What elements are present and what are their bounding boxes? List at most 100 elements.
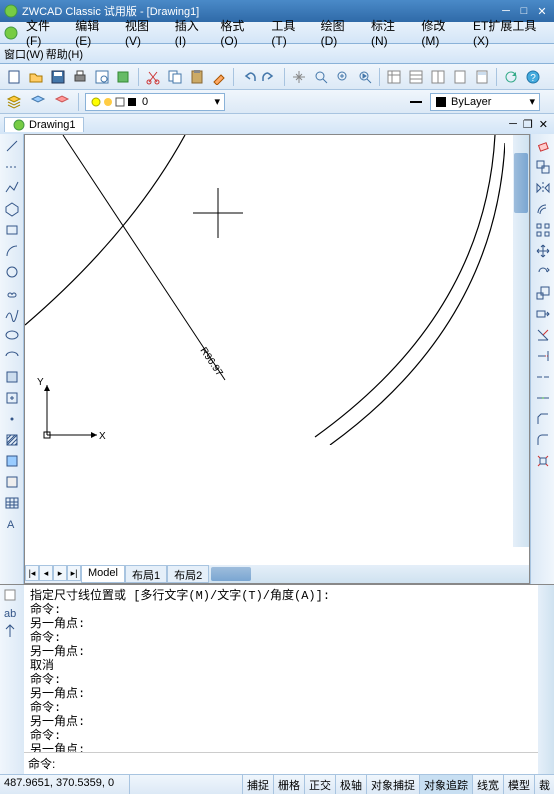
osnap-toggle[interactable]: 对象捕捉	[366, 775, 419, 794]
extend-icon[interactable]	[533, 346, 553, 366]
open-icon[interactable]	[26, 67, 46, 87]
zoom-realtime-icon[interactable]	[311, 67, 331, 87]
tab-next-icon[interactable]: ▸	[53, 565, 67, 581]
doc-close-icon[interactable]: ✕	[537, 118, 550, 131]
circle-icon[interactable]	[2, 262, 22, 282]
tool-palette-icon[interactable]	[428, 67, 448, 87]
erase-icon[interactable]	[533, 136, 553, 156]
drawing-canvas[interactable]: R96.97 Y X	[25, 135, 529, 565]
polyline-icon[interactable]	[2, 178, 22, 198]
grid-toggle[interactable]: 栅格	[273, 775, 304, 794]
print-preview-icon[interactable]	[92, 67, 112, 87]
break-icon[interactable]	[533, 367, 553, 387]
print-icon[interactable]	[70, 67, 90, 87]
status-trunc[interactable]: 裁	[534, 775, 554, 794]
new-icon[interactable]	[4, 67, 24, 87]
move-icon[interactable]	[533, 241, 553, 261]
chamfer-icon[interactable]	[533, 409, 553, 429]
help-icon[interactable]: ?	[523, 67, 543, 87]
ortho-toggle[interactable]: 正交	[304, 775, 335, 794]
copy-obj-icon[interactable]	[533, 157, 553, 177]
point-icon[interactable]	[2, 409, 22, 429]
ellipse-icon[interactable]	[2, 325, 22, 345]
trim-icon[interactable]	[533, 325, 553, 345]
undo-icon[interactable]	[238, 67, 258, 87]
cmd-tool-3-icon[interactable]	[2, 623, 22, 639]
layer-manager-icon[interactable]	[4, 92, 24, 112]
cmd-tool-1-icon[interactable]	[2, 587, 22, 603]
app-menu-icon[interactable]	[4, 26, 18, 40]
model-tab[interactable]: Model	[81, 565, 125, 583]
doc-restore-icon[interactable]: ❐	[521, 118, 535, 131]
command-scrollbar[interactable]	[538, 585, 554, 774]
layer-prev-icon[interactable]	[28, 92, 48, 112]
menu-tools[interactable]: 工具(T)	[265, 15, 312, 50]
paste-icon[interactable]	[187, 67, 207, 87]
fillet-icon[interactable]	[533, 430, 553, 450]
document-tab[interactable]: Drawing1	[4, 117, 84, 132]
refresh-icon[interactable]	[501, 67, 521, 87]
tab-first-icon[interactable]: |◂	[25, 565, 39, 581]
offset-icon[interactable]	[533, 199, 553, 219]
calc-icon[interactable]	[472, 67, 492, 87]
cut-icon[interactable]	[143, 67, 163, 87]
mtext-icon[interactable]: A	[2, 514, 22, 534]
tab-last-icon[interactable]: ▸|	[67, 565, 81, 581]
vertical-scrollbar[interactable]	[513, 135, 529, 547]
menu-view[interactable]: 视图(V)	[119, 15, 167, 50]
menu-dimension[interactable]: 标注(N)	[365, 15, 413, 50]
spline-icon[interactable]	[2, 304, 22, 324]
sheet-icon[interactable]	[450, 67, 470, 87]
gradient-icon[interactable]	[2, 451, 22, 471]
layer-selector[interactable]: 0 ▾	[85, 93, 225, 111]
horizontal-scrollbar[interactable]	[209, 565, 529, 583]
menu-help[interactable]: 帮助(H)	[46, 46, 83, 62]
pan-icon[interactable]	[289, 67, 309, 87]
color-selector[interactable]: ByLayer ▾	[430, 93, 540, 111]
layout1-tab[interactable]: 布局1	[125, 565, 167, 583]
zoom-previous-icon[interactable]	[355, 67, 375, 87]
hatch-icon[interactable]	[2, 430, 22, 450]
array-icon[interactable]	[533, 220, 553, 240]
properties-icon[interactable]	[384, 67, 404, 87]
command-input[interactable]	[55, 757, 534, 771]
lweight-toggle[interactable]: 线宽	[472, 775, 503, 794]
polar-toggle[interactable]: 极轴	[335, 775, 366, 794]
zoom-window-icon[interactable]	[333, 67, 353, 87]
stretch-icon[interactable]	[533, 304, 553, 324]
layer-states-icon[interactable]	[52, 92, 72, 112]
design-center-icon[interactable]	[406, 67, 426, 87]
tab-prev-icon[interactable]: ◂	[39, 565, 53, 581]
publish-icon[interactable]	[114, 67, 134, 87]
make-block-icon[interactable]	[2, 388, 22, 408]
doc-minimize-icon[interactable]: ─	[507, 118, 519, 131]
arc-icon[interactable]	[2, 241, 22, 261]
copy-icon[interactable]	[165, 67, 185, 87]
line-icon[interactable]	[2, 136, 22, 156]
redo-icon[interactable]	[260, 67, 280, 87]
explode-icon[interactable]	[533, 451, 553, 471]
menu-format[interactable]: 格式(O)	[214, 15, 263, 50]
model-toggle[interactable]: 模型	[503, 775, 534, 794]
cmd-tool-2-icon[interactable]: ab	[2, 605, 22, 621]
join-icon[interactable]	[533, 388, 553, 408]
otrack-toggle[interactable]: 对象追踪	[419, 775, 472, 794]
layout2-tab[interactable]: 布局2	[167, 565, 209, 583]
menu-modify[interactable]: 修改(M)	[415, 15, 465, 50]
match-icon[interactable]	[209, 67, 229, 87]
mirror-icon[interactable]	[533, 178, 553, 198]
scale-icon[interactable]	[533, 283, 553, 303]
menu-draw[interactable]: 绘图(D)	[315, 15, 363, 50]
polygon-icon[interactable]	[2, 199, 22, 219]
rotate-icon[interactable]	[533, 262, 553, 282]
construction-line-icon[interactable]	[2, 157, 22, 177]
linetype-icon[interactable]	[406, 92, 426, 112]
save-icon[interactable]	[48, 67, 68, 87]
ellipse-arc-icon[interactable]	[2, 346, 22, 366]
menu-insert[interactable]: 插入(I)	[169, 15, 213, 50]
snap-toggle[interactable]: 捕捉	[242, 775, 273, 794]
insert-block-icon[interactable]	[2, 367, 22, 387]
menu-ettools[interactable]: ET扩展工具(X)	[467, 15, 550, 50]
revcloud-icon[interactable]	[2, 283, 22, 303]
menu-window[interactable]: 窗口(W)	[4, 46, 44, 62]
